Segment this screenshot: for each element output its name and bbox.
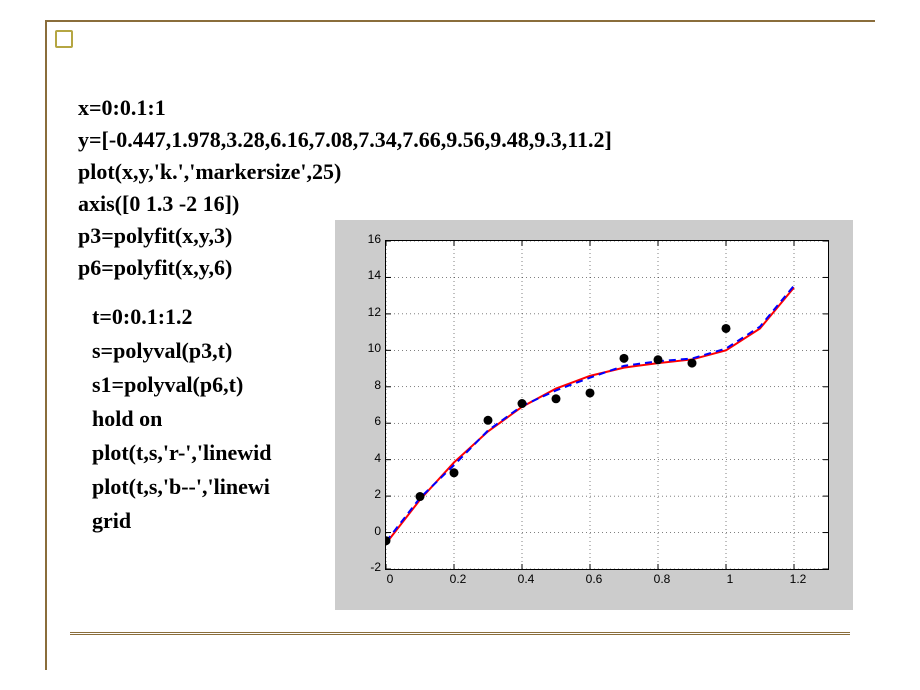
y-tick-label: 0 xyxy=(359,524,381,538)
code-line: axis([0 1.3 -2 16]) xyxy=(78,188,612,220)
y-tick-label: 14 xyxy=(359,268,381,282)
y-tick-label: 10 xyxy=(359,341,381,355)
chart-svg xyxy=(386,241,828,569)
x-tick-label: 0.8 xyxy=(647,572,677,586)
code-line: s=polyval(p3,t) xyxy=(92,334,271,368)
plot-area xyxy=(385,240,829,570)
code-line: y=[-0.447,1.978,3.28,6.16,7.08,7.34,7.66… xyxy=(78,124,612,156)
y-tick-label: -2 xyxy=(359,560,381,574)
x-tick-label: 0.4 xyxy=(511,572,541,586)
y-tick-label: 8 xyxy=(359,378,381,392)
code-line: plot(t,s,'r-','linewid xyxy=(92,436,271,470)
y-tick-label: 4 xyxy=(359,451,381,465)
code-line: s1=polyval(p6,t) xyxy=(92,368,271,402)
code-line: plot(x,y,'k.','markersize',25) xyxy=(78,156,612,188)
x-tick-label: 0 xyxy=(375,572,405,586)
code-line: grid xyxy=(92,504,271,538)
corner-decoration-icon xyxy=(55,30,73,48)
x-tick-label: 1 xyxy=(715,572,745,586)
y-tick-label: 16 xyxy=(359,232,381,246)
code-line: hold on xyxy=(92,402,271,436)
bottom-rule xyxy=(70,632,850,635)
y-tick-label: 12 xyxy=(359,305,381,319)
x-tick-label: 1.2 xyxy=(783,572,813,586)
x-tick-label: 0.2 xyxy=(443,572,473,586)
code-block-2: t=0:0.1:1.2 s=polyval(p3,t) s1=polyval(p… xyxy=(92,300,271,538)
code-line: t=0:0.1:1.2 xyxy=(92,300,271,334)
y-tick-label: 2 xyxy=(359,487,381,501)
y-tick-label: 6 xyxy=(359,414,381,428)
x-tick-label: 0.6 xyxy=(579,572,609,586)
code-line: x=0:0.1:1 xyxy=(78,92,612,124)
code-line: plot(t,s,'b--','linewi xyxy=(92,470,271,504)
chart-panel: 00.20.40.60.811.2-20246810121416 xyxy=(335,220,853,610)
